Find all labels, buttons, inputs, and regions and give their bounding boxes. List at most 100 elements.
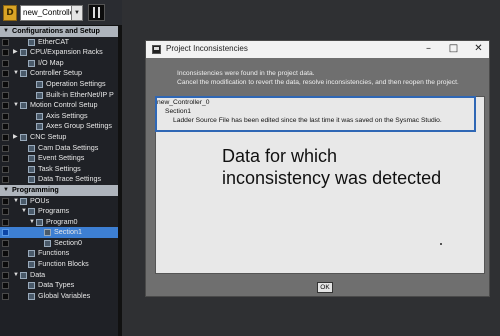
tree-checkbox[interactable] [2, 176, 9, 184]
chevron-right-icon[interactable]: ▶ [13, 47, 18, 58]
tree-item-label: Operation Settings [46, 78, 106, 88]
tree-item-label: Section1 [54, 227, 82, 237]
list-item-detail[interactable]: Ladder Source File has been edited since… [173, 117, 442, 124]
tree-item[interactable]: Built-in EtherNet/IP P [0, 90, 122, 101]
tree-item[interactable]: Axis Settings [0, 111, 122, 122]
list-item-controller[interactable]: new_Controller_0 [157, 99, 209, 106]
tree-item-label: POUs [30, 195, 50, 205]
chevron-down-icon[interactable]: ▼ [3, 26, 9, 37]
tree-item[interactable]: Function Blocks [0, 259, 122, 270]
tree-item[interactable]: Axes Group Settings [0, 121, 122, 132]
tree-item[interactable]: Section1 [0, 227, 122, 238]
tree-checkbox[interactable] [2, 80, 9, 88]
tree-checkbox[interactable] [2, 155, 9, 163]
tree-item[interactable]: ▼ Program0 [0, 217, 122, 228]
tree-item-label: Global Variables [38, 290, 91, 300]
chevron-down-icon[interactable]: ▼ [3, 185, 9, 196]
annotation-line-1: Data for which [222, 146, 338, 166]
chevron-down-icon[interactable]: ▼ [13, 100, 19, 111]
chevron-down-icon[interactable]: ▼ [21, 206, 27, 217]
tree-item[interactable]: Section0 [0, 238, 122, 249]
tree-item[interactable]: ▼ Data [0, 270, 122, 281]
tree-checkbox[interactable] [2, 292, 9, 300]
tree-item[interactable]: ▶ CNC Setup [0, 132, 122, 143]
trace-icon [28, 176, 35, 184]
tree-item[interactable]: EtherCAT [0, 37, 122, 48]
cam-icon [28, 144, 35, 152]
tree-item[interactable]: Cam Data Settings [0, 143, 122, 154]
tree-checkbox[interactable] [2, 70, 9, 78]
tree-checkbox[interactable] [2, 229, 9, 237]
tree-checkbox[interactable] [2, 144, 9, 152]
tree-checkbox[interactable] [2, 123, 9, 131]
chevron-down-icon[interactable]: ▼ [13, 196, 19, 207]
tree-item-label: Controller Setup [30, 68, 82, 78]
tree-checkbox[interactable] [2, 261, 9, 269]
chevron-down-icon[interactable]: ▼ [29, 217, 35, 228]
tree-checkbox[interactable] [2, 49, 9, 57]
tree-item[interactable]: Data Types [0, 280, 122, 291]
chevron-down-icon[interactable]: ▼ [72, 4, 83, 21]
tree-item[interactable]: ▼ Motion Control Setup [0, 100, 122, 111]
chevron-down-icon[interactable]: ▼ [13, 270, 19, 281]
tree-item-label: Function Blocks [38, 259, 89, 269]
tree-checkbox[interactable] [2, 250, 9, 258]
tree-checkbox[interactable] [2, 208, 9, 216]
dialog-title: Project Inconsistencies [166, 44, 248, 53]
tree-item-label: Event Settings [38, 153, 85, 163]
dialog-titlebar[interactable]: Project Inconsistencies – □ ✕ [146, 41, 489, 58]
tree-item[interactable]: Global Variables [0, 291, 122, 302]
tree-item[interactable]: I/O Map [0, 58, 122, 69]
tree-item[interactable]: Operation Settings [0, 79, 122, 90]
tree-item-label: Program0 [46, 216, 78, 226]
inconsistency-list[interactable]: new_Controller_0 Section1 Ladder Source … [155, 96, 485, 274]
rack-icon [20, 49, 27, 57]
tree-item[interactable]: ▼ POUs [0, 196, 122, 207]
tree-item[interactable]: ▶ CPU/Expansion Racks [0, 47, 122, 58]
tree-item[interactable]: Task Settings [0, 164, 122, 175]
tree-item[interactable]: ▼ Controller Setup [0, 68, 122, 79]
tree-item[interactable]: ▼ Programs [0, 206, 122, 217]
tree-item[interactable]: ▼ Configurations and Setup [0, 26, 122, 37]
tree-checkbox[interactable] [2, 59, 9, 67]
panel-layout-icon[interactable] [88, 4, 105, 21]
tree-item-label: Cam Data Settings [38, 142, 99, 152]
tree-item[interactable]: ▼ Programming [0, 184, 122, 196]
controller-icon: D [3, 4, 17, 21]
tree-item[interactable]: Functions [0, 248, 122, 259]
close-button[interactable]: ✕ [466, 41, 491, 58]
tree-item[interactable]: Event Settings [0, 153, 122, 164]
axes-group-icon [36, 123, 43, 131]
tree-checkbox[interactable] [2, 165, 9, 173]
tree-item-label: Motion Control Setup [30, 100, 98, 110]
chevron-right-icon[interactable]: ▶ [13, 132, 18, 143]
list-marker [440, 243, 442, 245]
tree-checkbox[interactable] [2, 133, 9, 141]
chevron-down-icon[interactable]: ▼ [13, 68, 19, 79]
io-map-icon [28, 59, 35, 67]
tree-item-label: Functions [38, 248, 70, 258]
tree-checkbox[interactable] [2, 91, 9, 99]
tree-checkbox[interactable] [2, 218, 9, 226]
controller-setup-icon [20, 70, 27, 78]
tree-item-label: Programming [12, 184, 59, 194]
tree-checkbox[interactable] [2, 271, 9, 279]
minimize-button[interactable]: – [416, 41, 441, 58]
tree-checkbox[interactable] [2, 102, 9, 110]
tree-checkbox[interactable] [2, 282, 9, 290]
list-item-section[interactable]: Section1 [165, 108, 191, 115]
controller-select[interactable]: new_Controller_0 [20, 4, 72, 21]
tree-checkbox[interactable] [2, 197, 9, 205]
ok-button[interactable]: OK [317, 282, 333, 293]
maximize-button[interactable]: □ [441, 41, 466, 58]
section-icon [44, 239, 51, 247]
project-inconsistencies-dialog: Project Inconsistencies – □ ✕ Inconsiste… [145, 40, 490, 297]
message-line-2: Cancel the modification to revert the da… [177, 79, 459, 86]
tree-item-label: Task Settings [38, 163, 81, 173]
tree-checkbox[interactable] [2, 112, 9, 120]
tree-checkbox[interactable] [2, 239, 9, 247]
project-tree: ▼ Configurations and Setup EtherCAT ▶ CPU/Ex… [0, 26, 122, 301]
tree-item[interactable]: Data Trace Settings [0, 174, 122, 185]
tree-checkbox[interactable] [2, 38, 9, 46]
message-line-1: Inconsistencies were found in the projec… [177, 70, 315, 77]
